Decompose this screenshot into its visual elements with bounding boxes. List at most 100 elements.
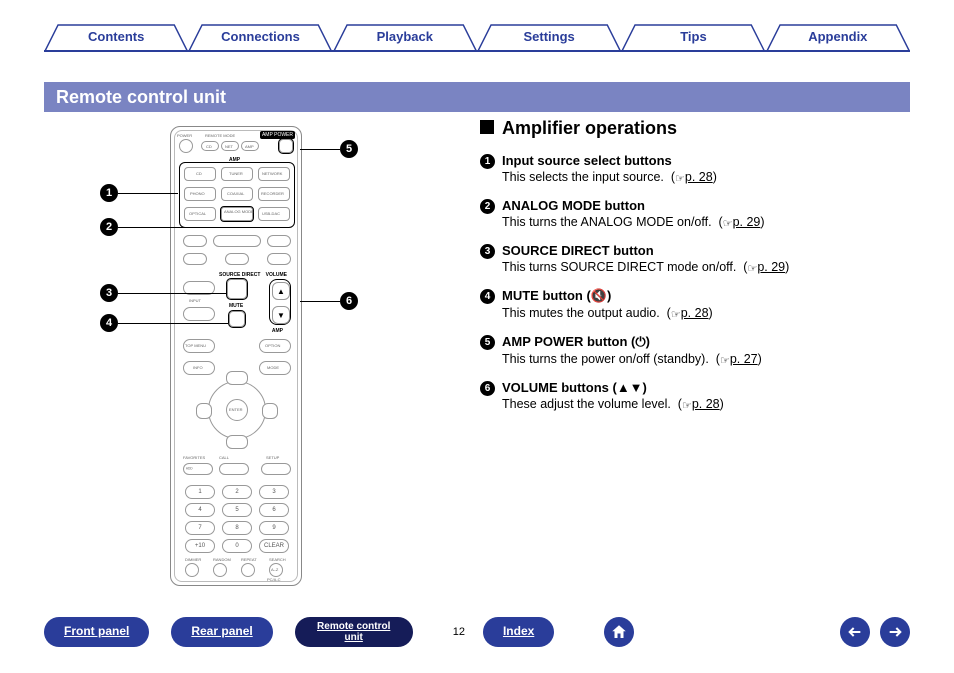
btn-plus10: +10 [185,539,215,553]
tab-appendix[interactable]: Appendix [766,24,910,50]
next-page-icon[interactable] [880,617,910,647]
label-mute: MUTE [229,303,243,309]
item-title: MUTE button (🔇) [502,288,611,303]
footer-front-panel[interactable]: Front panel [44,617,149,647]
square-bullet-icon [480,120,494,134]
btn-playpause [213,235,261,247]
btn-power [179,139,193,153]
src-lbl-phono: PHONO [190,191,205,196]
item-body: These adjust the volume level. [502,397,671,411]
tab-label: Contents [88,29,144,44]
num-row-3: 789 [185,521,289,535]
callout-4: 4 [100,314,118,332]
callout-1: 1 [100,184,118,202]
page-link[interactable]: p. 29 [757,260,785,274]
label-cd: CD [206,144,212,149]
footer-index[interactable]: Index [483,617,554,647]
label-dimmer: DIMMER [185,557,201,562]
btn-vol-down: ▼ [272,306,290,324]
volume-group-highlight: ▲ ▼ [269,279,291,325]
lead-2 [118,227,218,228]
btn-zero: 0 [222,539,252,553]
num-row-2: 456 [185,503,289,517]
item-number: 4 [480,289,495,304]
label-net: NET [225,144,233,149]
src-lbl-coax: COAXIAL [227,191,244,196]
btn-clear: CLEAR [259,539,289,553]
btn-ff [267,253,291,265]
lead-6 [300,301,340,302]
label-repeat: REPEAT [241,557,257,562]
page-link[interactable]: p. 28 [685,170,713,184]
item-number: 6 [480,381,495,396]
label-amp-below-vol: AMP [272,328,283,334]
page-link[interactable]: p. 28 [692,397,720,411]
item-title: SOURCE DIRECT button [502,243,654,258]
item-number: 5 [480,335,495,350]
label-pcac: PC/A-C [267,577,281,582]
prev-page-icon[interactable] [840,617,870,647]
remote-body: POWER REMOTE MODE CD NET AMP AMP POWER A… [170,126,302,586]
btn-random [213,563,227,577]
callout-6: 6 [340,292,358,310]
tab-playback[interactable]: Playback [333,24,477,50]
label-power: POWER [177,133,192,138]
label-amp-power: AMP POWER [260,131,295,139]
label-random: RANDOM [213,557,231,562]
lead-5 [300,149,340,150]
tab-settings[interactable]: Settings [477,24,621,50]
tab-label: Tips [680,29,707,44]
label-add: ADD [186,467,193,471]
label-remote-mode: REMOTE MODE [205,133,235,138]
item-5: 5 AMP POWER button (⏻) This turns the po… [480,334,910,366]
src-lbl-analog: ANALOG MODE [224,209,250,214]
btn-setup [261,463,291,475]
page-link[interactable]: p. 29 [733,215,761,229]
page-link[interactable]: p. 28 [681,306,709,320]
pointing-hand-icon: ☞ [675,172,685,185]
btn-rew [183,253,207,265]
item-body: This turns SOURCE DIRECT mode on/off. [502,260,736,274]
section-title: Remote control unit [56,87,226,107]
label-amp: AMP [245,144,254,149]
callout-2: 2 [100,218,118,236]
tab-connections[interactable]: Connections [188,24,332,50]
btn-stop [225,253,249,265]
section-title-bar: Remote control unit [44,82,910,112]
label-top-menu: TOP MENU [185,343,206,348]
tab-tips[interactable]: Tips [621,24,765,50]
label-call: CALL [219,455,229,460]
callout-5: 5 [340,140,358,158]
pointing-hand-icon: ☞ [747,262,757,275]
btn-mute [229,311,245,327]
num-row-4: +10 0 CLEAR [185,539,289,553]
item-title: AMP POWER button (⏻) [502,334,650,349]
item-1: 1 Input source select buttons This selec… [480,153,910,184]
page-number: 12 [453,626,465,638]
page-link[interactable]: p. 27 [730,352,758,366]
btn-call [219,463,249,475]
footer-remote-control-unit[interactable]: Remote control unit [295,617,413,647]
tab-contents[interactable]: Contents [44,24,188,50]
label-enter: ENTER [229,407,243,412]
btn-source-direct [227,279,247,299]
item-number: 3 [480,244,495,259]
pointing-hand-icon: ☞ [682,399,692,412]
src-lbl-optical: OPTICAL [189,211,206,216]
footer-rear-panel[interactable]: Rear panel [171,617,272,647]
home-icon[interactable] [604,617,634,647]
item-body: This turns the power on/off (standby). [502,352,709,366]
d-pad: ENTER [192,365,282,455]
pointing-hand-icon: ☞ [723,217,733,230]
lead-3 [118,293,226,294]
btn-dimmer [185,563,199,577]
label-az: A–Z [271,567,278,572]
item-title: ANALOG MODE button [502,198,645,213]
item-number: 2 [480,199,495,214]
btn-amp-power [279,139,293,153]
description-column: Amplifier operations 1 Input source sele… [480,118,910,425]
item-body: This mutes the output audio. [502,306,660,320]
pointing-hand-icon: ☞ [720,354,730,367]
item-number: 1 [480,154,495,169]
label-setup: SETUP [266,455,279,460]
